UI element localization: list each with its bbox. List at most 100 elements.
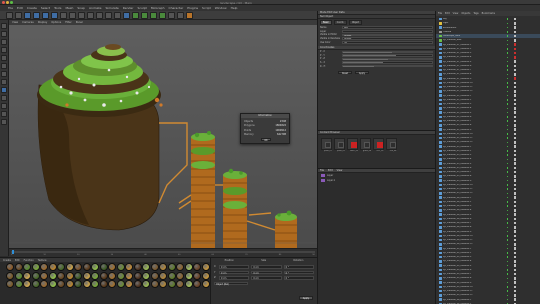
content-thumbnail[interactable]: tree_05 <box>373 138 384 152</box>
value-slider[interactable] <box>342 50 433 53</box>
menu-item-edit[interactable]: Edit <box>17 6 23 10</box>
redo-icon[interactable] <box>15 11 22 19</box>
material-tag-icon[interactable] <box>513 111 517 114</box>
material-tag-icon[interactable] <box>513 51 517 55</box>
visibility-check-icon[interactable] <box>506 99 509 101</box>
visibility-check-icon[interactable] <box>506 201 509 203</box>
visibility-check-icon[interactable] <box>506 82 509 84</box>
menu-item-window[interactable]: Window <box>215 6 227 10</box>
material-swatch[interactable] <box>23 263 31 271</box>
material-swatch[interactable] <box>65 280 74 288</box>
material-tag-icon[interactable] <box>513 34 517 38</box>
visibility-check-icon[interactable] <box>506 150 509 152</box>
viewport-menu-display[interactable]: Display <box>38 21 48 24</box>
material-tag-icon[interactable] <box>513 102 517 106</box>
menu-item-tools[interactable]: Tools <box>54 6 61 10</box>
material-tag-icon[interactable] <box>513 141 517 144</box>
visibility-check-icon[interactable] <box>506 226 509 229</box>
material-tag-icon[interactable] <box>513 30 517 34</box>
material-menu-edit[interactable]: Edit <box>15 259 20 262</box>
visibility-check-icon[interactable] <box>506 73 509 76</box>
material-menu-function[interactable]: Function <box>24 259 34 262</box>
reset-button[interactable]: Reset <box>338 70 352 75</box>
apply-button[interactable]: Apply <box>355 70 369 75</box>
material-swatch[interactable] <box>108 271 116 280</box>
material-tag-icon[interactable] <box>513 277 517 280</box>
scale-icon[interactable] <box>42 11 49 19</box>
material-swatch[interactable] <box>14 271 23 280</box>
visibility-check-icon[interactable] <box>506 39 509 42</box>
attribute-field[interactable]: Null <box>342 26 433 30</box>
material-tag-icon[interactable] <box>513 268 517 272</box>
material-swatch[interactable] <box>57 263 65 271</box>
coordinate-field[interactable]: 0 ° <box>283 270 314 274</box>
material-swatch[interactable] <box>40 271 48 280</box>
viewport-menu-panel[interactable]: Panel <box>76 21 83 24</box>
material-swatch[interactable] <box>6 280 14 288</box>
material-tag-icon[interactable] <box>513 255 517 259</box>
layer-menu-edit[interactable]: Edit <box>328 169 333 172</box>
material-tag-icon[interactable] <box>513 26 517 29</box>
material-swatch[interactable] <box>116 263 125 271</box>
material-tag-icon[interactable] <box>513 39 517 42</box>
menu-item-character[interactable]: Character <box>168 6 183 10</box>
material-swatch[interactable] <box>159 263 167 271</box>
material-swatch[interactable] <box>193 263 201 271</box>
visibility-check-icon[interactable] <box>506 52 509 54</box>
coordinate-field[interactable]: 0 cm <box>251 270 282 274</box>
content-thumbnail[interactable]: plant_02 <box>334 138 345 152</box>
coordinate-field[interactable]: 0 cm <box>251 265 282 269</box>
material-swatch[interactable] <box>108 263 116 271</box>
visibility-check-icon[interactable] <box>506 162 509 165</box>
material-swatch[interactable] <box>142 263 150 271</box>
tab-coord[interactable]: Coord. <box>333 20 347 25</box>
material-tag-icon[interactable] <box>513 243 517 246</box>
maximize-window-icon[interactable] <box>10 1 13 4</box>
coordinate-field[interactable]: 0 cm <box>219 276 250 280</box>
world-coordinates-icon[interactable] <box>87 11 94 19</box>
visibility-check-icon[interactable] <box>506 213 509 216</box>
content-thumbnail[interactable]: leaf_06 <box>386 138 397 152</box>
visibility-check-icon[interactable] <box>506 35 509 37</box>
material-tag-icon[interactable] <box>513 230 517 233</box>
material-tag-icon[interactable] <box>513 98 517 102</box>
light-icon[interactable] <box>186 11 193 19</box>
material-swatch[interactable] <box>193 271 201 280</box>
material-swatch[interactable] <box>201 280 210 288</box>
info-ok-button[interactable]: OK <box>261 137 271 141</box>
y-axis-icon[interactable] <box>69 11 76 19</box>
material-swatch[interactable] <box>40 280 48 288</box>
material-tag-icon[interactable] <box>513 298 517 301</box>
visibility-check-icon[interactable] <box>506 154 509 156</box>
visibility-check-icon[interactable] <box>506 260 509 263</box>
visibility-check-icon[interactable] <box>506 90 509 93</box>
deformer-icon[interactable] <box>159 11 166 19</box>
value-slider[interactable] <box>342 54 433 57</box>
spline-pen-icon[interactable] <box>132 11 139 19</box>
material-tag-icon[interactable] <box>513 209 517 212</box>
material-tag-icon[interactable] <box>513 149 517 153</box>
camera-icon[interactable] <box>177 11 184 19</box>
visibility-check-icon[interactable] <box>506 286 509 288</box>
material-swatch[interactable] <box>133 271 142 280</box>
array-icon[interactable] <box>150 11 157 19</box>
material-swatch[interactable] <box>176 280 184 288</box>
material-tag-icon[interactable] <box>513 119 517 123</box>
coordinate-field[interactable]: 0 cm <box>251 276 282 280</box>
visibility-check-icon[interactable] <box>506 175 509 178</box>
render-to-picture-viewer-icon[interactable] <box>105 11 112 19</box>
material-menu-create[interactable]: Create <box>3 259 11 262</box>
visibility-check-icon[interactable] <box>506 290 509 292</box>
material-swatch[interactable] <box>57 280 65 288</box>
material-tag-icon[interactable] <box>513 73 517 76</box>
material-tag-icon[interactable] <box>513 204 517 208</box>
material-tag-icon[interactable] <box>513 281 517 284</box>
x-axis-icon[interactable] <box>60 11 67 19</box>
material-swatch[interactable] <box>48 271 57 280</box>
move-icon[interactable] <box>33 11 40 19</box>
visibility-check-icon[interactable] <box>506 179 509 182</box>
visibility-check-icon[interactable] <box>506 48 509 50</box>
visibility-check-icon[interactable] <box>506 171 509 173</box>
visibility-check-icon[interactable] <box>506 281 509 284</box>
attribute-field[interactable]: Off <box>342 40 433 44</box>
